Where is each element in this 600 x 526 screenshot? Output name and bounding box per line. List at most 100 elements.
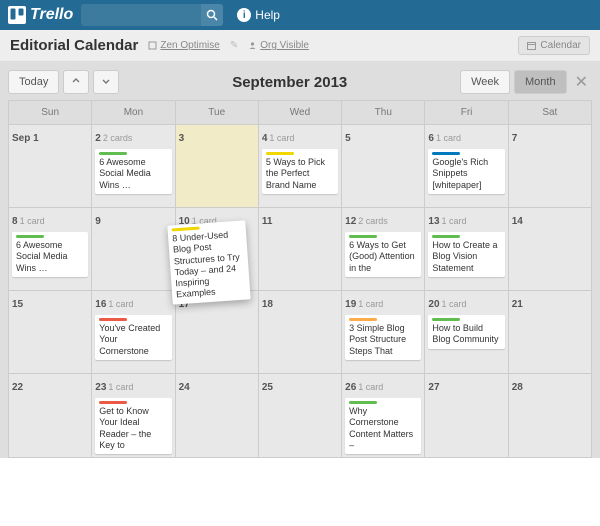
org-link[interactable]: Zen Optimise bbox=[148, 40, 219, 51]
calendar-card[interactable]: 6 Awesome Social Media Wins … bbox=[95, 149, 171, 194]
calendar-card[interactable]: You've Created Your Cornerstone bbox=[95, 315, 171, 360]
calendar-cell[interactable]: 15 bbox=[9, 291, 91, 373]
calendar-cell[interactable]: 28 bbox=[509, 374, 591, 457]
calendar-cell[interactable]: 22 bbox=[9, 374, 91, 457]
calendar-card[interactable]: 5 Ways to Pick the Perfect Brand Name bbox=[262, 149, 338, 194]
calendar-cell[interactable]: 5 bbox=[342, 125, 424, 207]
day-number: 7 bbox=[512, 133, 518, 144]
calendar-cell[interactable]: 17 bbox=[176, 291, 258, 373]
calendar-button[interactable]: Calendar bbox=[518, 36, 590, 55]
board-title[interactable]: Editorial Calendar bbox=[10, 37, 138, 54]
logo-text: Trello bbox=[30, 6, 73, 24]
edit-icon[interactable]: ✎ bbox=[230, 40, 238, 51]
day-header: Mon bbox=[92, 101, 174, 124]
close-icon[interactable]: ✕ bbox=[571, 72, 592, 92]
calendar-cell[interactable]: 122 cards 6 Ways to Get (Good) Attention … bbox=[342, 208, 424, 290]
card-count: 1 card bbox=[442, 299, 467, 309]
calendar-cell[interactable]: 261 cardWhy Cornerstone Content Matters … bbox=[342, 374, 424, 457]
calendar-cell[interactable]: 161 cardYou've Created Your Cornerstone bbox=[92, 291, 174, 373]
card-label bbox=[99, 152, 127, 155]
help-label: Help bbox=[255, 8, 280, 22]
card-label bbox=[349, 318, 377, 321]
help-link[interactable]: i Help bbox=[237, 8, 280, 22]
card-label bbox=[266, 152, 294, 155]
calendar-cell[interactable]: 131 cardHow to Create a Blog Vision Stat… bbox=[425, 208, 507, 290]
calendar-grid: SunMonTueWedThuFriSatSep 122 cards6 Awes… bbox=[8, 100, 592, 458]
trello-logo[interactable]: Trello bbox=[8, 6, 73, 24]
day-number: 5 bbox=[345, 133, 351, 144]
search-button[interactable] bbox=[201, 4, 223, 26]
visibility-link[interactable]: Org Visible bbox=[248, 40, 309, 51]
calendar-card[interactable]: How to Create a Blog Vision Statement bbox=[428, 232, 504, 277]
next-button[interactable] bbox=[93, 70, 119, 94]
day-number: 27 bbox=[428, 382, 439, 393]
card-title: Why Cornerstone Content Matters – bbox=[349, 406, 417, 451]
calendar-card[interactable]: Get to Know Your Ideal Reader – the Key … bbox=[95, 398, 171, 454]
calendar-cell[interactable]: 14 bbox=[509, 208, 591, 290]
week-button[interactable]: Week bbox=[460, 70, 510, 94]
card-count: 2 cards bbox=[358, 216, 388, 226]
calendar-cell[interactable]: Sep 1 bbox=[9, 125, 91, 207]
calendar-card[interactable]: 3 Simple Blog Post Structure Steps That bbox=[345, 315, 421, 360]
calendar-cell[interactable]: 3 bbox=[176, 125, 258, 207]
day-number: 11 bbox=[262, 216, 273, 227]
calendar-cell[interactable]: 191 card3 Simple Blog Post Structure Ste… bbox=[342, 291, 424, 373]
day-number: 19 bbox=[345, 299, 356, 310]
prev-button[interactable] bbox=[63, 70, 89, 94]
calendar-cell[interactable]: 41 card5 Ways to Pick the Perfect Brand … bbox=[259, 125, 341, 207]
card-title: How to Create a Blog Vision Statement bbox=[432, 240, 500, 274]
calendar-card[interactable]: 6 Awesome Social Media Wins … bbox=[12, 232, 88, 277]
today-button[interactable]: Today bbox=[8, 70, 59, 94]
day-number: 9 bbox=[95, 216, 101, 227]
calendar-cell[interactable]: 61 cardGoogle's Rich Snippets [whitepape… bbox=[425, 125, 507, 207]
chevron-down-icon bbox=[102, 77, 110, 85]
calendar-card[interactable]: Google's Rich Snippets [whitepaper] bbox=[428, 149, 504, 194]
day-number: 14 bbox=[512, 216, 523, 227]
calendar-cell[interactable]: 7 bbox=[509, 125, 591, 207]
calendar-cell[interactable]: 9 bbox=[92, 208, 174, 290]
org-icon bbox=[148, 41, 157, 50]
search-input[interactable] bbox=[81, 8, 201, 22]
calendar-cell[interactable]: 81 card6 Awesome Social Media Wins … bbox=[9, 208, 91, 290]
card-title: You've Created Your Cornerstone bbox=[99, 323, 167, 357]
day-header: Thu bbox=[342, 101, 424, 124]
calendar-cell[interactable]: 11 bbox=[259, 208, 341, 290]
day-number: 23 bbox=[95, 382, 106, 393]
people-icon bbox=[248, 41, 257, 50]
day-number: 12 bbox=[345, 216, 356, 227]
day-number: 3 bbox=[179, 133, 185, 144]
card-count: 1 card bbox=[108, 299, 133, 309]
calendar-card[interactable]: How to Build Blog Community bbox=[428, 315, 504, 349]
calendar-cell[interactable]: 22 cards6 Awesome Social Media Wins … bbox=[92, 125, 174, 207]
card-label bbox=[99, 318, 127, 321]
day-number: 20 bbox=[428, 299, 439, 310]
calendar-cell[interactable]: 231 cardGet to Know Your Ideal Reader – … bbox=[92, 374, 174, 457]
day-number: 4 bbox=[262, 133, 268, 144]
day-number: 8 bbox=[12, 216, 18, 227]
day-number: 2 bbox=[95, 133, 101, 144]
card-title: How to Build Blog Community bbox=[432, 323, 500, 346]
calendar-cell[interactable]: 24 bbox=[176, 374, 258, 457]
day-number: 22 bbox=[12, 382, 23, 393]
card-title: 6 Ways to Get (Good) Attention in the bbox=[349, 240, 417, 274]
calendar-cell[interactable]: 201 card How to Build Blog Community bbox=[425, 291, 507, 373]
calendar-cell[interactable]: 25 bbox=[259, 374, 341, 457]
calendar-card[interactable]: Why Cornerstone Content Matters – bbox=[345, 398, 421, 454]
card-label bbox=[349, 235, 377, 238]
day-header: Fri bbox=[425, 101, 507, 124]
calendar-cell[interactable]: 18 bbox=[259, 291, 341, 373]
calendar-cell[interactable]: 27 bbox=[425, 374, 507, 457]
search-box[interactable] bbox=[81, 4, 223, 26]
chevron-up-icon bbox=[72, 77, 80, 85]
day-number: 6 bbox=[428, 133, 434, 144]
calendar-cell[interactable]: 101 card8 Under-Used Blog Post Structure… bbox=[176, 208, 258, 290]
calendar-card[interactable]: 6 Ways to Get (Good) Attention in the bbox=[345, 232, 421, 277]
day-number: 24 bbox=[179, 382, 190, 393]
day-header: Sat bbox=[509, 101, 591, 124]
calendar-cell[interactable]: 21 bbox=[509, 291, 591, 373]
card-title: 3 Simple Blog Post Structure Steps That bbox=[349, 323, 417, 357]
dragging-card[interactable]: 8 Under-Used Blog Post Structures to Try… bbox=[167, 220, 250, 304]
month-button[interactable]: Month bbox=[514, 70, 567, 94]
card-title: 6 Awesome Social Media Wins … bbox=[16, 240, 84, 274]
card-title: Get to Know Your Ideal Reader – the Key … bbox=[99, 406, 167, 451]
